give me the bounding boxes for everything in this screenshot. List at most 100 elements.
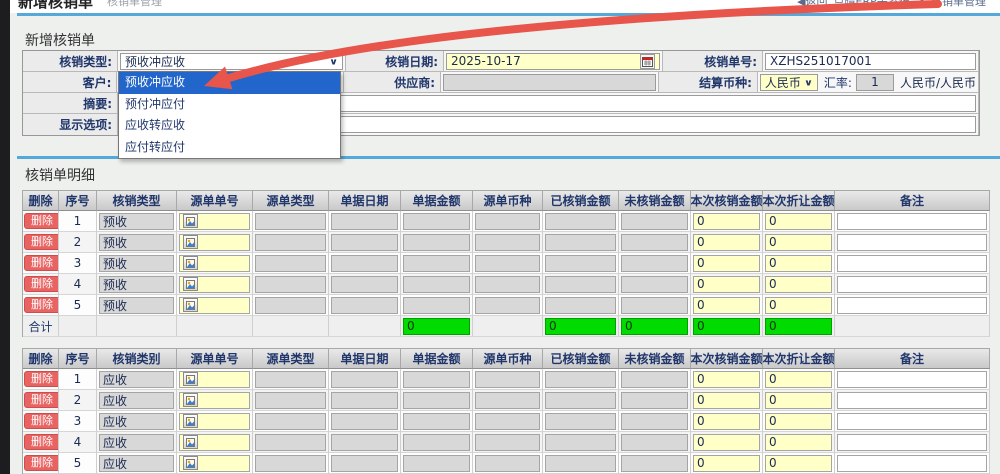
discount-input[interactable]: 0 [765, 455, 832, 472]
lookup-icon[interactable] [183, 277, 198, 291]
dropdown-option-3[interactable]: 应收转应收 [119, 115, 340, 137]
readonly-cell [253, 253, 329, 274]
row-delete-button[interactable]: 删除 [24, 297, 59, 313]
note-input[interactable] [837, 213, 987, 230]
row-delete-button[interactable]: 删除 [24, 213, 59, 229]
lookup-icon[interactable] [183, 214, 198, 228]
this-amount-input[interactable]: 0 [693, 392, 760, 409]
readonly-field [545, 413, 616, 430]
readonly-field [255, 455, 326, 472]
currency-select[interactable]: 人民币 ∨ [760, 74, 818, 91]
source-no-input[interactable] [179, 213, 250, 230]
lookup-icon[interactable] [183, 414, 198, 428]
readonly-cell [473, 432, 543, 453]
note-cell [835, 232, 990, 253]
this-amount-input[interactable]: 0 [693, 255, 760, 272]
discount-cell: 0 [763, 432, 835, 453]
this-amount-input[interactable]: 0 [693, 455, 760, 472]
source-no-cell [177, 253, 253, 274]
lookup-icon[interactable] [183, 235, 198, 249]
back-link[interactable]: ◀返回 [797, 0, 827, 9]
note-input[interactable] [837, 234, 987, 251]
discount-input[interactable]: 0 [765, 213, 832, 230]
readonly-cell [401, 274, 473, 295]
source-no-input[interactable] [179, 413, 250, 430]
source-no-input[interactable] [179, 234, 250, 251]
readonly-cell [401, 295, 473, 316]
readonly-field [475, 455, 540, 472]
lookup-icon[interactable] [183, 435, 198, 449]
source-no-cell [177, 211, 253, 232]
discount-input[interactable]: 0 [765, 276, 832, 293]
note-input[interactable] [837, 297, 987, 314]
note-cell [835, 453, 990, 474]
calendar-icon[interactable] [640, 54, 655, 69]
source-no-input[interactable] [179, 297, 250, 314]
row-delete-button[interactable]: 删除 [24, 434, 59, 450]
row-delete-button[interactable]: 删除 [24, 392, 59, 408]
note-input[interactable] [837, 455, 987, 472]
discount-input[interactable]: 0 [765, 392, 832, 409]
page-link[interactable]: 核销单管理 [931, 0, 986, 9]
total-cell [473, 316, 543, 337]
discount-input[interactable]: 0 [765, 413, 832, 430]
note-input[interactable] [837, 434, 987, 451]
write-off-type-select[interactable]: 预收冲应收 ∨ [120, 53, 343, 70]
row-seq: 2 [74, 393, 82, 407]
lookup-icon[interactable] [183, 372, 198, 386]
lookup-icon[interactable] [183, 256, 198, 270]
row-delete-button[interactable]: 删除 [24, 413, 59, 429]
discount-input[interactable]: 0 [765, 371, 832, 388]
dropdown-option-4[interactable]: 应付转应付 [119, 137, 340, 159]
source-no-input[interactable] [179, 455, 250, 472]
collapsed-sidebar[interactable] [0, 0, 10, 474]
note-input[interactable] [837, 276, 987, 293]
this-amount-input[interactable]: 0 [693, 297, 760, 314]
this-amount-cell: 0 [691, 232, 763, 253]
source-no-cell [177, 232, 253, 253]
row-delete-button[interactable]: 删除 [24, 255, 59, 271]
readonly-cell [543, 295, 619, 316]
readonly-cell [543, 411, 619, 432]
window-title: 新增核销单 [18, 0, 93, 12]
discount-cell: 0 [763, 453, 835, 474]
row-delete-button[interactable]: 删除 [24, 276, 59, 292]
source-no-input[interactable] [179, 392, 250, 409]
discount-input[interactable]: 0 [765, 297, 832, 314]
readonly-field [475, 371, 540, 388]
row-delete-button[interactable]: 删除 [24, 371, 59, 387]
note-input[interactable] [837, 392, 987, 409]
note-input[interactable] [837, 413, 987, 430]
source-no-input[interactable] [179, 255, 250, 272]
this-amount-input[interactable]: 0 [693, 276, 760, 293]
this-amount-input[interactable]: 0 [693, 434, 760, 451]
column-header: 源单币种 [473, 348, 543, 369]
readonly-cell [473, 211, 543, 232]
row-delete-button[interactable]: 删除 [24, 234, 59, 250]
write-off-date-input[interactable]: 2025-10-17 [446, 53, 660, 70]
discount-input[interactable]: 0 [765, 234, 832, 251]
row-type-field: 应收 [99, 371, 174, 388]
this-amount-input[interactable]: 0 [693, 371, 760, 388]
note-input[interactable] [837, 371, 987, 388]
lookup-icon[interactable] [183, 393, 198, 407]
source-no-cell [177, 295, 253, 316]
type-cell: 应收 [97, 390, 177, 411]
discount-input[interactable]: 0 [765, 434, 832, 451]
dropdown-option-1[interactable]: 预收冲应收 [119, 72, 340, 94]
lookup-icon[interactable] [183, 456, 198, 470]
doc-no-input[interactable]: XZHS251017001 [765, 53, 976, 70]
note-input[interactable] [837, 255, 987, 272]
discount-input[interactable]: 0 [765, 255, 832, 272]
column-header: 备注 [835, 348, 990, 369]
dropdown-option-2[interactable]: 预付冲应付 [119, 94, 340, 116]
this-amount-input[interactable]: 0 [693, 234, 760, 251]
system-link[interactable]: 点晴ERP子系统 [834, 0, 910, 9]
this-amount-input[interactable]: 0 [693, 413, 760, 430]
source-no-input[interactable] [179, 276, 250, 293]
this-amount-input[interactable]: 0 [693, 213, 760, 230]
row-delete-button[interactable]: 删除 [24, 455, 59, 471]
source-no-input[interactable] [179, 371, 250, 388]
lookup-icon[interactable] [183, 298, 198, 312]
source-no-input[interactable] [179, 434, 250, 451]
